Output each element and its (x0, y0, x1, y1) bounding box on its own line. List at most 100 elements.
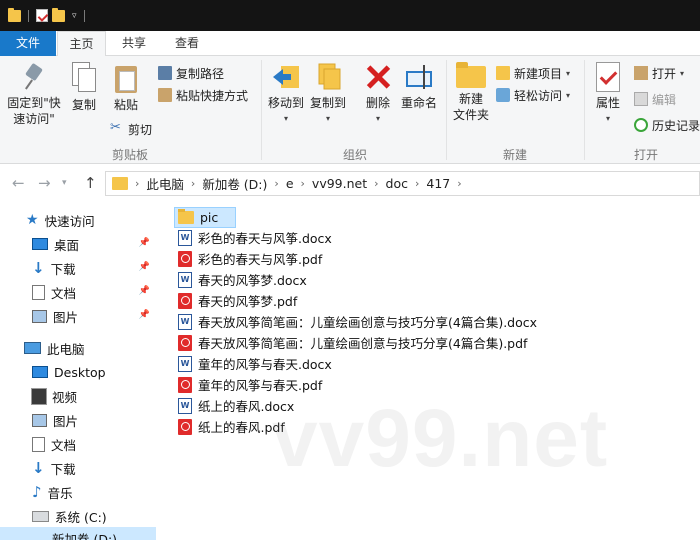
word-document-icon: W (178, 355, 192, 372)
nav-label: 视频 (52, 389, 78, 405)
list-item[interactable]: W 童年的风筝与春天.docx (174, 353, 332, 374)
list-item[interactable]: 彩色的春天与风筝.pdf (174, 248, 322, 269)
up-arrow-icon[interactable]: ↑ (84, 174, 97, 192)
paste-button[interactable]: 粘贴 (108, 62, 144, 113)
new-folder-icon (456, 62, 486, 88)
list-item[interactable]: 纸上的春风.pdf (174, 416, 285, 437)
new-folder-label-1: 新建 (458, 92, 483, 106)
nav-item-downloads-pc[interactable]: ↓ 下载 (32, 457, 156, 479)
list-item[interactable]: W 春天的风筝梦.docx (174, 269, 307, 290)
breadcrumb-vv99[interactable]: vv99.net (312, 176, 367, 191)
nav-item-desktop[interactable]: 桌面 📌 (32, 233, 156, 255)
nav-item-documents-pc[interactable]: 文档 (32, 433, 156, 455)
download-icon: ↓ (32, 459, 45, 477)
nav-this-pc[interactable]: 此电脑 (24, 337, 156, 359)
properties-quick-icon[interactable] (36, 9, 48, 22)
download-icon: ↓ (32, 259, 45, 277)
pdf-icon (178, 376, 192, 393)
chevron-down-icon: ▾ (375, 114, 380, 123)
breadcrumb-this-pc[interactable]: 此电脑 (146, 174, 184, 193)
recent-locations-chevron-icon[interactable]: ▾ (62, 178, 67, 188)
breadcrumb-417[interactable]: 417 (426, 176, 450, 191)
breadcrumb-drive-d[interactable]: 新加卷 (D:) (202, 174, 267, 193)
open-group-label: 打开 (633, 148, 658, 162)
cut-label: 剪切 (128, 122, 153, 137)
group-divider (446, 60, 447, 160)
new-folder-button[interactable]: 新建 文件夹 (450, 62, 492, 123)
nav-label: 此电脑 (47, 341, 85, 357)
copy-to-button[interactable]: 复制到 ▾ (308, 62, 348, 127)
word-document-icon: W (178, 313, 192, 330)
copy-path-button[interactable]: 复制路径 (158, 64, 224, 82)
nav-item-music[interactable]: ♪ 音乐 (32, 481, 156, 503)
open-icon (634, 66, 648, 80)
new-item-label: 新建项目 (514, 66, 563, 81)
copy-to-label: 复制到 (309, 96, 346, 110)
nav-item-desktop-pc[interactable]: Desktop (32, 361, 156, 383)
pin-label-line2: 速访问" (13, 112, 55, 126)
new-folder-label-2: 文件夹 (452, 108, 489, 122)
title-bar: ▿ (0, 0, 700, 31)
folder-icon (178, 209, 194, 224)
word-document-icon: W (178, 397, 192, 414)
nav-item-pictures-pc[interactable]: 图片 (32, 409, 156, 431)
nav-item-videos[interactable]: 视频 (31, 385, 156, 407)
tab-view[interactable]: 查看 (162, 31, 212, 56)
move-to-button[interactable]: 移动到 ▾ (266, 62, 306, 127)
picture-icon (32, 309, 47, 323)
nav-item-pictures[interactable]: 图片 📌 (32, 305, 156, 327)
nav-item-drive-c[interactable]: 系统 (C:) (32, 505, 156, 527)
list-item[interactable]: 春天的风筝梦.pdf (174, 290, 297, 311)
nav-item-drive-d[interactable]: 新加卷 (D:) (0, 527, 156, 540)
edit-label: 编辑 (652, 92, 677, 107)
list-item[interactable]: W 彩色的春天与风筝.docx (174, 227, 332, 248)
list-item[interactable]: W 春天放风筝简笔画：儿童绘画创意与技巧分享(4篇合集).docx (174, 311, 537, 332)
scissors-icon (110, 120, 124, 136)
nav-item-downloads[interactable]: ↓ 下载 📌 (32, 257, 156, 279)
history-icon (634, 118, 648, 132)
breadcrumb-doc[interactable]: doc (386, 176, 408, 191)
chevron-down-icon: ▾ (566, 90, 571, 100)
tab-share[interactable]: 共享 (109, 31, 159, 56)
pin-to-quick-access-button[interactable]: 固定到"快 速访问" (6, 62, 62, 127)
properties-label: 属性 (595, 96, 620, 110)
clipboard-group-label: 剪贴板 (111, 148, 148, 162)
customize-toolbar-chevron-icon[interactable]: ▿ (72, 11, 77, 21)
copy-button[interactable]: 复制 (66, 62, 102, 113)
forward-arrow-icon[interactable]: → (38, 174, 51, 192)
nav-label: 图片 (53, 413, 79, 429)
copy-icon (70, 62, 98, 94)
breadcrumb-e[interactable]: e (286, 176, 294, 191)
nav-label: 快速访问 (44, 213, 95, 229)
nav-item-documents[interactable]: 文档 📌 (32, 281, 156, 303)
chevron-down-icon: ▾ (680, 68, 685, 78)
new-folder-quick-icon[interactable] (52, 7, 65, 22)
edit-icon (634, 92, 648, 106)
group-divider (261, 60, 262, 160)
clipboard-icon (113, 62, 139, 94)
edit-button[interactable]: 编辑 (634, 90, 676, 108)
list-item[interactable]: 春天放风筝简笔画：儿童绘画创意与技巧分享(4篇合集).pdf (174, 332, 527, 353)
pin-icon: 📌 (138, 310, 150, 320)
history-button[interactable]: 历史记录 (634, 116, 700, 134)
tab-home[interactable]: 主页 (57, 31, 106, 57)
list-item[interactable]: pic (174, 207, 236, 228)
new-item-button[interactable]: 新建项目 ▾ (496, 64, 570, 82)
navigation-pane: ★ 快速访问 桌面 📌 ↓ 下载 📌 文档 📌 图片 📌 此电脑 Desktop… (0, 201, 158, 540)
paste-shortcut-button[interactable]: 粘贴快捷方式 (158, 86, 248, 104)
nav-quick-access[interactable]: ★ 快速访问 (26, 209, 156, 231)
easy-access-button[interactable]: 轻松访问 ▾ (496, 86, 570, 104)
rename-button[interactable]: 重命名 (398, 62, 440, 111)
organize-group-label: 组织 (342, 148, 367, 162)
delete-button[interactable]: 删除 ▾ (360, 62, 396, 127)
open-button[interactable]: 打开 ▾ (634, 64, 684, 82)
properties-button[interactable]: 属性 ▾ (590, 62, 626, 127)
move-to-label: 移动到 (267, 96, 304, 110)
file-name: 春天的风筝梦.pdf (198, 294, 298, 309)
cut-button[interactable]: 剪切 (110, 120, 152, 138)
tab-file[interactable]: 文件 (0, 31, 56, 56)
desktop-icon (32, 238, 48, 250)
address-bar[interactable]: › 此电脑 › 新加卷 (D:) › e › vv99.net › doc › … (105, 171, 700, 196)
pdf-icon (178, 334, 192, 351)
back-arrow-icon[interactable]: ← (12, 174, 25, 192)
